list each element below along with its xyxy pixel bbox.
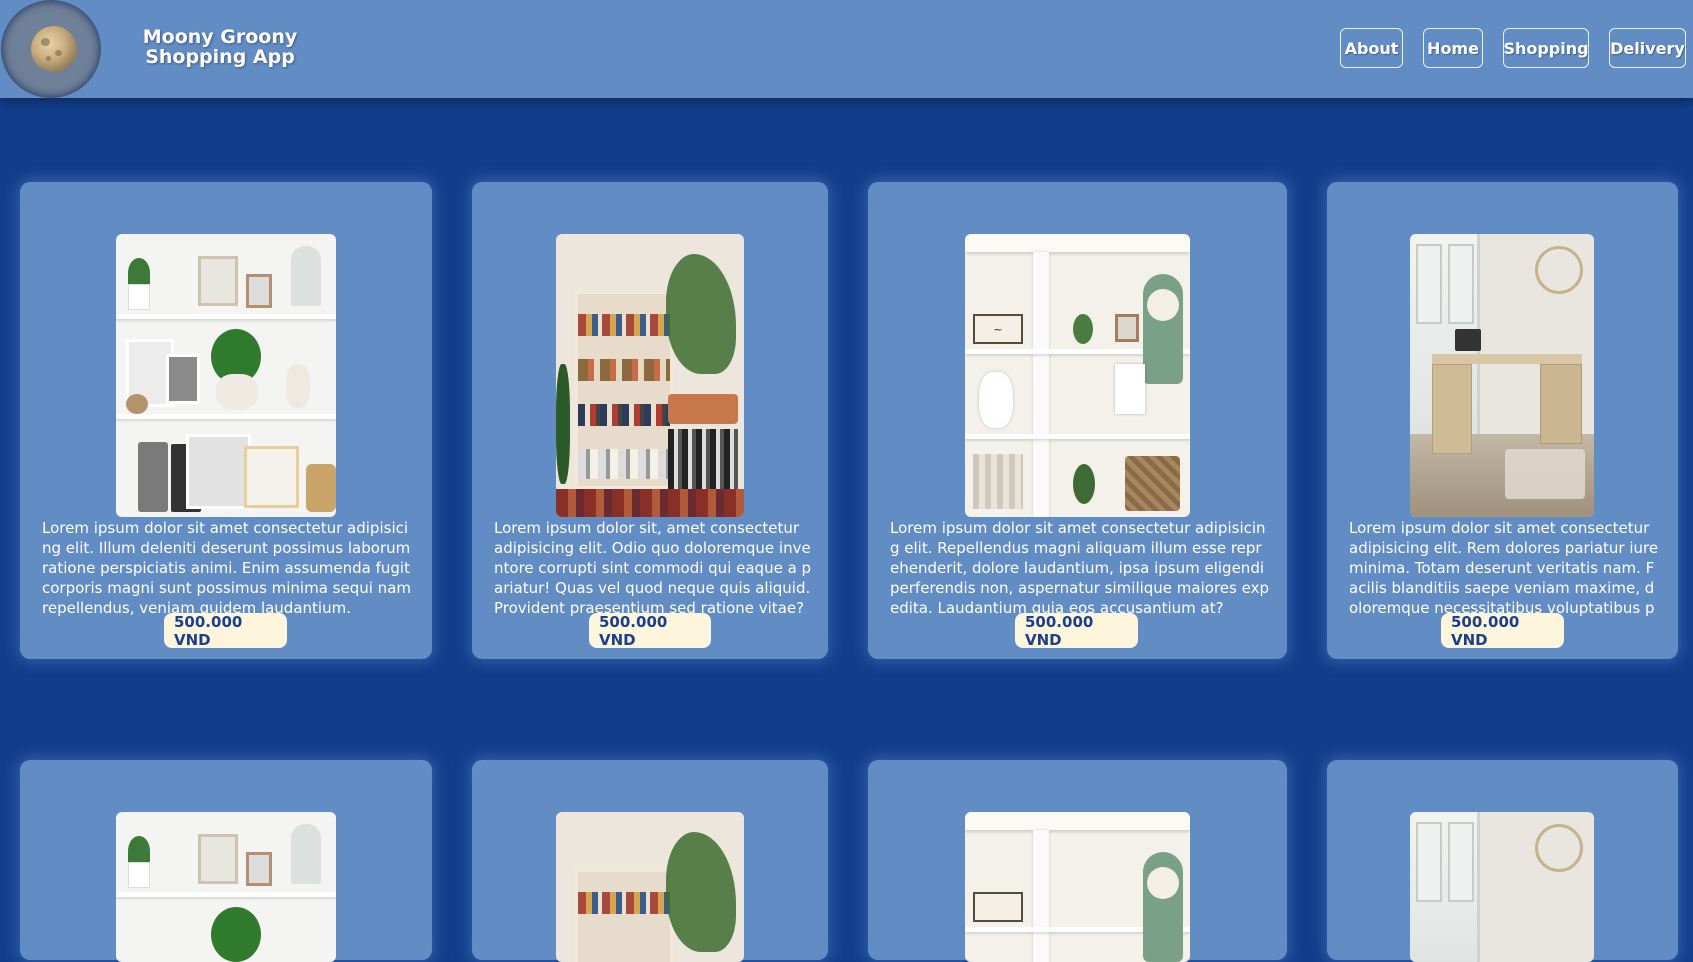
nav-delivery-button[interactable]: Delivery bbox=[1609, 28, 1686, 68]
moon-icon bbox=[31, 26, 77, 72]
product-price-badge: 500.000 VND bbox=[1441, 613, 1564, 649]
product-card[interactable] bbox=[20, 760, 432, 962]
product-image-corner-desk[interactable] bbox=[1410, 812, 1594, 962]
product-card[interactable]: Lorem ipsum dolor sit amet consectetur a… bbox=[20, 182, 432, 659]
app-title: Moony Groony Shopping App bbox=[130, 27, 310, 67]
product-price-badge: 500.000 VND bbox=[164, 613, 287, 649]
product-image-white-bookshelf[interactable] bbox=[116, 234, 336, 517]
product-description: Lorem ipsum dolor sit amet consectetur a… bbox=[42, 519, 411, 616]
product-price-badge: 500.000 VND bbox=[1015, 613, 1138, 649]
product-card[interactable] bbox=[472, 760, 828, 962]
product-image-built-in-shelf[interactable]: ~ bbox=[965, 234, 1190, 517]
product-card[interactable]: ~ Lorem ipsum dolor sit amet consectetur… bbox=[868, 182, 1287, 659]
product-card[interactable] bbox=[1327, 760, 1678, 962]
product-card[interactable] bbox=[868, 760, 1287, 962]
product-description: Lorem ipsum dolor sit amet consectetur a… bbox=[1349, 519, 1659, 616]
nav-home-button[interactable]: Home bbox=[1423, 28, 1483, 68]
product-image-plant-bookshelf[interactable] bbox=[556, 812, 744, 962]
product-description: Lorem ipsum dolor sit amet consectetur a… bbox=[890, 519, 1269, 616]
product-card[interactable]: Lorem ipsum dolor sit amet consectetur a… bbox=[1327, 182, 1678, 659]
nav-shopping-button[interactable]: Shopping bbox=[1503, 28, 1589, 68]
product-card[interactable]: Lorem ipsum dolor sit, amet consectetur … bbox=[472, 182, 828, 659]
nav-about-button[interactable]: About bbox=[1340, 28, 1403, 68]
product-image-built-in-shelf[interactable] bbox=[965, 812, 1190, 962]
product-image-corner-desk[interactable] bbox=[1410, 234, 1594, 517]
product-price-badge: 500.000 VND bbox=[589, 613, 711, 649]
moon-logo-icon[interactable] bbox=[1, 0, 101, 98]
app-title-line1: Moony Groony bbox=[142, 26, 298, 48]
product-image-plant-bookshelf[interactable] bbox=[556, 234, 744, 517]
app-title-line2: Shopping App bbox=[145, 46, 295, 68]
product-image-white-bookshelf[interactable] bbox=[116, 812, 336, 962]
product-description: Lorem ipsum dolor sit, amet consectetur … bbox=[494, 519, 812, 616]
app-header: Moony Groony Shopping App About Home Sho… bbox=[0, 0, 1693, 98]
